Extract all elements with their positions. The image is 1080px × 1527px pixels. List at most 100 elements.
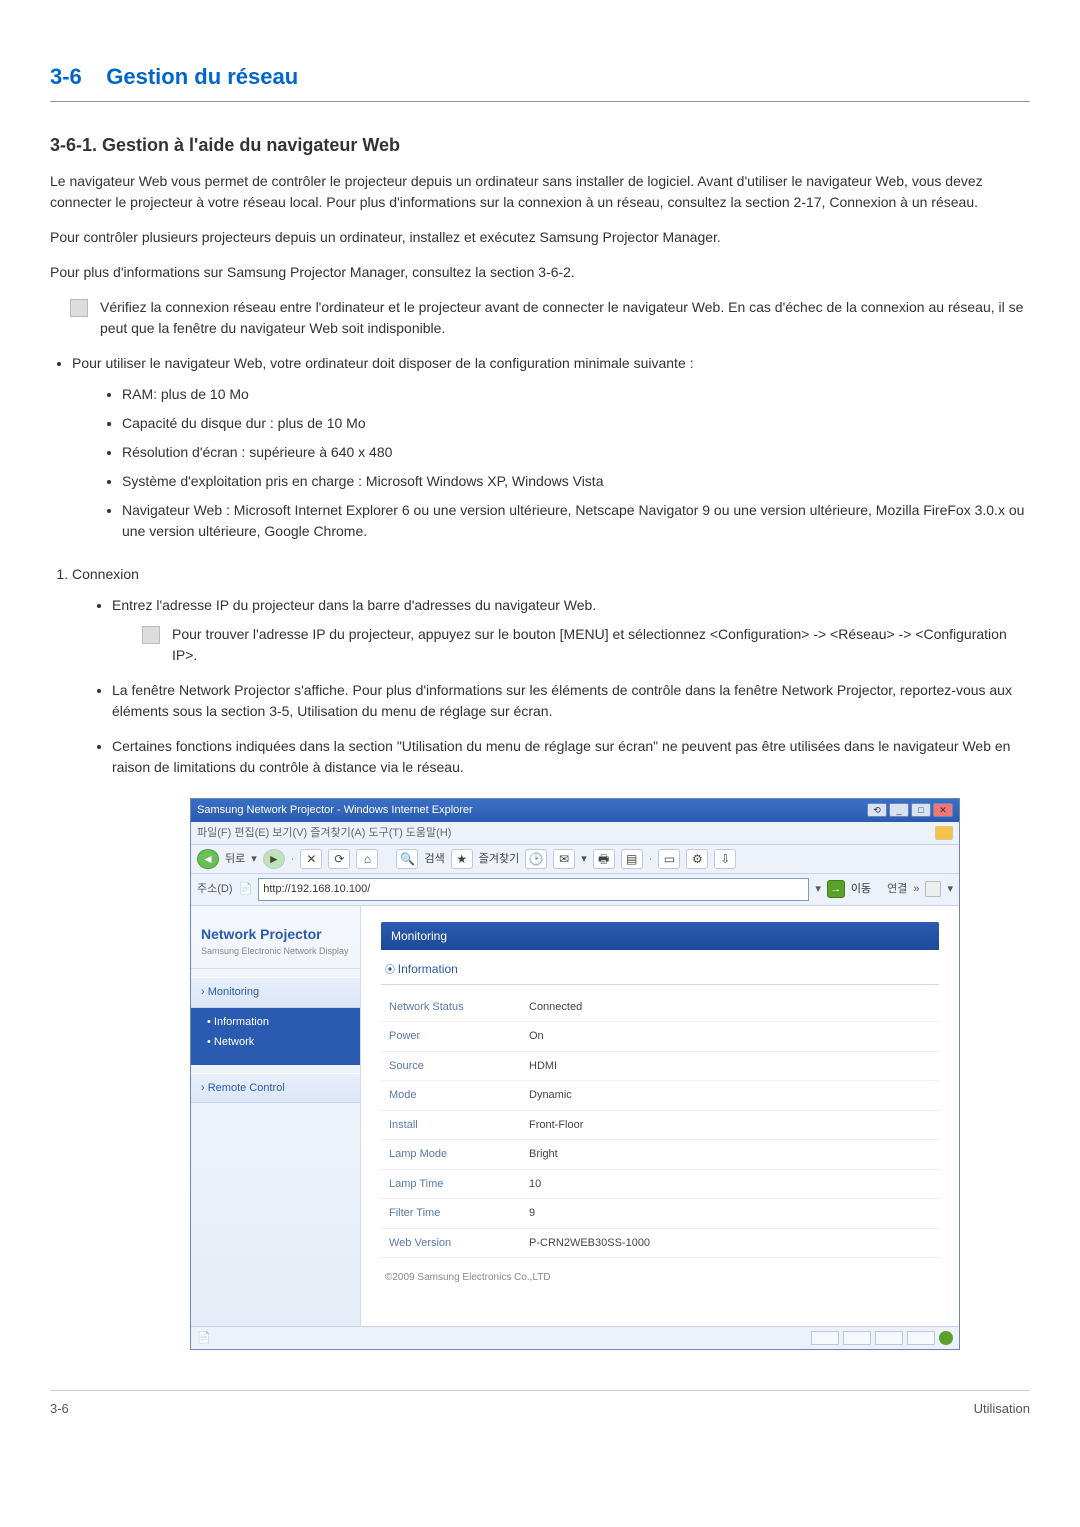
- requirements-sublist: RAM: plus de 10 Mo Capacité du disque du…: [122, 384, 1030, 542]
- app-title: Network Projector: [191, 916, 360, 945]
- nav-remote-control[interactable]: Remote Control: [191, 1073, 360, 1104]
- chevron-icon[interactable]: »: [913, 881, 919, 898]
- table-row: SourceHDMI: [381, 1051, 939, 1081]
- info-value: Connected: [521, 993, 939, 1022]
- dropdown-icon[interactable]: ▾: [251, 851, 257, 868]
- list-item: Certaines fonctions indiquées dans la se…: [112, 736, 1030, 778]
- info-value: Dynamic: [521, 1081, 939, 1111]
- menu-bar: 파일(F) 편집(E) 보기(V) 즐겨찾기(A) 도구(T) 도움말(H): [191, 822, 959, 846]
- note-text: Pour trouver l'adresse IP du projecteur,…: [172, 624, 1030, 666]
- info-value: HDMI: [521, 1051, 939, 1081]
- nav-network[interactable]: Network: [207, 1034, 350, 1051]
- status-right: [811, 1331, 953, 1345]
- edit-icon[interactable]: ▤: [621, 849, 643, 869]
- back-button[interactable]: ◄: [197, 849, 219, 869]
- status-bar: 📄: [191, 1326, 959, 1350]
- status-segment: [843, 1331, 871, 1345]
- tool-icon[interactable]: ⚙: [686, 849, 708, 869]
- toolbar: ◄ 뒤로 ▾ ► · ✕ ⟳ ⌂ 🔍 검색 ★ 즐겨찾기 🕑 ✉ ▾ 🖶 ▤ ·…: [191, 845, 959, 874]
- table-row: PowerOn: [381, 1022, 939, 1052]
- info-value: Front-Floor: [521, 1110, 939, 1140]
- search-icon[interactable]: 🔍: [396, 849, 418, 869]
- list-item: Capacité du disque dur : plus de 10 Mo: [122, 413, 1030, 434]
- table-row: Web VersionP-CRN2WEB30SS-1000: [381, 1228, 939, 1258]
- info-value: 10: [521, 1169, 939, 1199]
- list-item: Navigateur Web : Microsoft Internet Expl…: [122, 500, 1030, 542]
- panel-header: Monitoring: [381, 922, 939, 950]
- address-label: 주소(D): [197, 881, 233, 898]
- browser-screenshot: Samsung Network Projector - Windows Inte…: [190, 798, 960, 1350]
- history-icon[interactable]: 🕑: [525, 849, 547, 869]
- info-key: Mode: [381, 1081, 521, 1111]
- status-segment: [811, 1331, 839, 1345]
- step-sublist: Entrez l'adresse IP du projecteur dans l…: [112, 595, 1030, 778]
- info-key: Lamp Time: [381, 1169, 521, 1199]
- maximize-button[interactable]: □: [911, 803, 931, 817]
- separator: ·: [291, 851, 295, 868]
- note-text: Vérifiez la connexion réseau entre l'ord…: [100, 297, 1030, 339]
- copyright-text: ©2009 Samsung Electronics Co.,LTD: [381, 1258, 939, 1297]
- step-text: Entrez l'adresse IP du projecteur dans l…: [112, 597, 596, 613]
- app-subtitle: Samsung Electronic Network Display: [191, 945, 360, 970]
- nav-information[interactable]: Information: [207, 1014, 350, 1031]
- forward-button[interactable]: ►: [263, 849, 285, 869]
- internet-zone-icon: [939, 1331, 953, 1345]
- table-row: InstallFront-Floor: [381, 1110, 939, 1140]
- refresh-button[interactable]: ⟳: [328, 849, 350, 869]
- table-row: ModeDynamic: [381, 1081, 939, 1111]
- back-forward-icon[interactable]: ⟲: [867, 803, 887, 817]
- nav-sublist: Information Network: [191, 1008, 360, 1065]
- page-footer: 3-6 Utilisation: [50, 1390, 1030, 1419]
- link-icon[interactable]: [925, 881, 941, 897]
- go-button[interactable]: →: [827, 880, 845, 898]
- mail-icon[interactable]: ✉: [553, 849, 575, 869]
- home-button[interactable]: ⌂: [356, 849, 378, 869]
- print-icon[interactable]: 🖶: [593, 849, 615, 869]
- minimize-button[interactable]: _: [889, 803, 909, 817]
- nav-monitoring[interactable]: Monitoring: [191, 977, 360, 1008]
- page-content: Network Projector Samsung Electronic Net…: [191, 906, 959, 1326]
- popup-icon[interactable]: ▭: [658, 849, 680, 869]
- favorites-label: 즐겨찾기: [479, 851, 519, 868]
- status-segment: [907, 1331, 935, 1345]
- status-page-icon: 📄: [197, 1330, 211, 1347]
- info-value: 9: [521, 1199, 939, 1229]
- address-input[interactable]: http://192.168.10.100/: [258, 878, 809, 901]
- separator: ·: [649, 851, 653, 868]
- paragraph: Le navigateur Web vous permet de contrôl…: [50, 171, 1030, 213]
- tool-icon[interactable]: ⇩: [714, 849, 736, 869]
- page-icon: 📄: [239, 881, 253, 898]
- info-value: On: [521, 1022, 939, 1052]
- list-item: Système d'exploitation pris en charge : …: [122, 471, 1030, 492]
- dropdown-icon[interactable]: ▾: [947, 881, 953, 898]
- list-item: Entrez l'adresse IP du projecteur dans l…: [112, 595, 1030, 666]
- info-table: Network StatusConnected PowerOn SourceHD…: [381, 993, 939, 1259]
- note-icon: [142, 626, 160, 644]
- window-titlebar: Samsung Network Projector - Windows Inte…: [191, 799, 959, 822]
- divider: [50, 101, 1030, 102]
- section-number: 3-6: [50, 64, 82, 89]
- search-label: 검색: [424, 851, 444, 868]
- close-button[interactable]: ✕: [933, 803, 953, 817]
- table-row: Lamp Time10: [381, 1169, 939, 1199]
- list-item: La fenêtre Network Projector s'affiche. …: [112, 680, 1030, 722]
- list-item: RAM: plus de 10 Mo: [122, 384, 1030, 405]
- requirements-list: Pour utiliser le navigateur Web, votre o…: [72, 353, 1030, 542]
- subsection-heading: 3-6-1. Gestion à l'aide du navigateur We…: [50, 132, 1030, 159]
- info-value: Bright: [521, 1140, 939, 1170]
- menu-items[interactable]: 파일(F) 편집(E) 보기(V) 즐겨찾기(A) 도구(T) 도움말(H): [197, 825, 451, 842]
- status-segment: [875, 1331, 903, 1345]
- step-item: Connexion Entrez l'adresse IP du project…: [72, 564, 1030, 778]
- links-label: 연결: [887, 881, 907, 898]
- requirements-intro: Pour utiliser le navigateur Web, votre o…: [72, 355, 694, 371]
- favorites-icon[interactable]: ★: [451, 849, 473, 869]
- table-row: Filter Time9: [381, 1199, 939, 1229]
- info-key: Power: [381, 1022, 521, 1052]
- dropdown-icon[interactable]: ▾: [815, 881, 821, 898]
- window-controls: ⟲ _ □ ✕: [867, 803, 953, 817]
- back-label: 뒤로: [225, 851, 245, 868]
- dropdown-icon[interactable]: ▾: [581, 851, 587, 868]
- section-title-text: Gestion du réseau: [106, 64, 298, 89]
- stop-button[interactable]: ✕: [300, 849, 322, 869]
- ie-logo-icon: [935, 826, 953, 840]
